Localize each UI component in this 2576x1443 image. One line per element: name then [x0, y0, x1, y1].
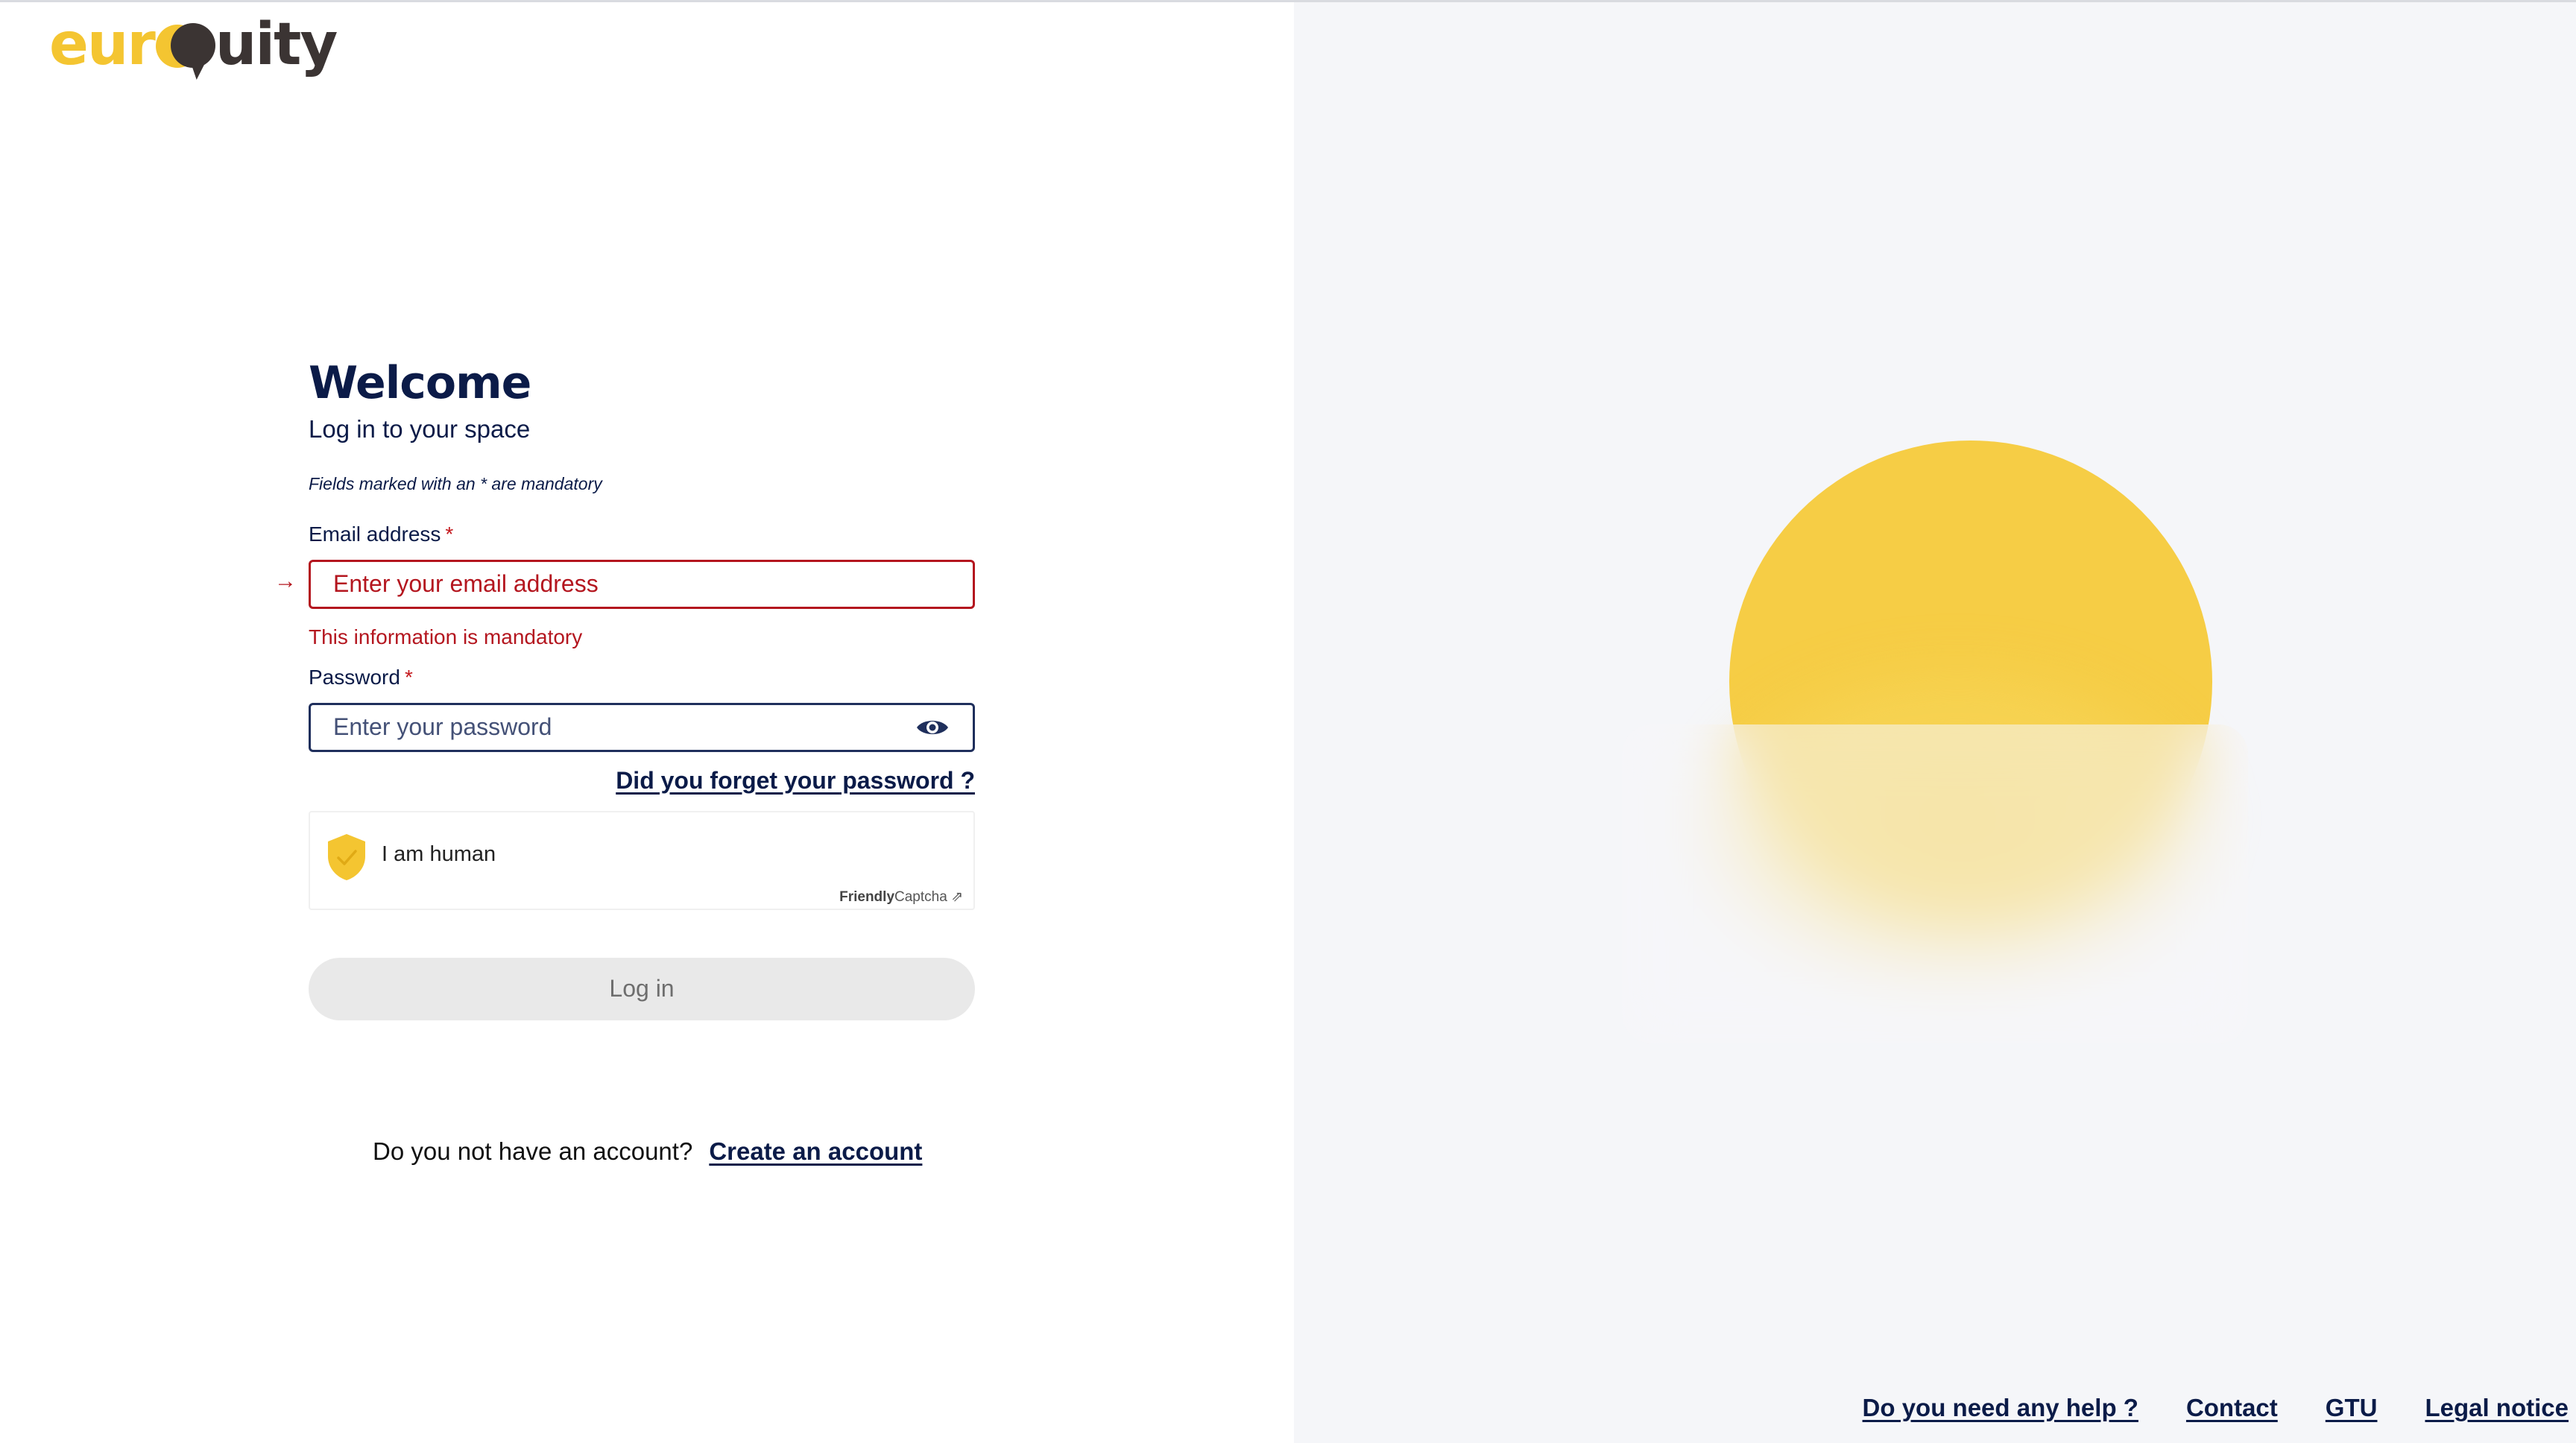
email-placeholder: Enter your email address	[333, 570, 599, 598]
logo-text-eur: eur	[49, 11, 156, 78]
password-input[interactable]: Enter your password	[309, 702, 975, 752]
login-button[interactable]: Log in	[309, 957, 975, 1020]
email-required-mark: *	[445, 522, 454, 546]
password-required-mark: *	[404, 665, 413, 689]
legal-notice-link[interactable]: Legal notice	[2425, 1394, 2569, 1422]
help-link[interactable]: Do you need any help ?	[1863, 1394, 2138, 1422]
password-label-text: Password	[309, 665, 400, 689]
password-field-row: Enter your password	[309, 702, 975, 752]
create-account-link[interactable]: Create an account	[709, 1137, 922, 1166]
eurquity-logo[interactable]: eur uity	[49, 2, 338, 80]
logo-text-uity: uity	[215, 11, 338, 78]
page-subtitle: Log in to your space	[309, 415, 531, 443]
page: eur uity Welcome Log in to your space Fi…	[0, 0, 2576, 1443]
login-panel: eur uity Welcome Log in to your space Fi…	[0, 2, 1294, 1443]
logo-q-mark-icon	[155, 16, 215, 80]
footer-links: Do you need any help ? Contact GTU Legal…	[1863, 1394, 2569, 1422]
email-input[interactable]: Enter your email address	[309, 559, 975, 609]
error-arrow-icon: →	[274, 568, 297, 593]
page-title: Welcome	[309, 357, 531, 409]
password-placeholder: Enter your password	[333, 713, 552, 741]
email-label-text: Email address	[309, 522, 441, 546]
captcha-shield-icon[interactable]	[326, 833, 367, 882]
forgot-password-link[interactable]: Did you forget your password ?	[309, 767, 975, 795]
captcha-brand[interactable]: FriendlyCaptcha ⇗	[839, 888, 963, 906]
signup-row: Do you not have an account? Create an ac…	[373, 1137, 922, 1166]
captcha-brand-bold: Friendly	[839, 888, 895, 905]
mandatory-note: Fields marked with an * are mandatory	[309, 473, 602, 493]
password-label: Password *	[309, 666, 975, 689]
gtu-link[interactable]: GTU	[2326, 1394, 2378, 1422]
login-form: Welcome Log in to your space Fields mark…	[274, 356, 975, 1020]
show-password-eye-icon[interactable]	[915, 717, 950, 738]
illustration-panel: Do you need any help ? Contact GTU Legal…	[1294, 2, 2576, 1443]
captcha-brand-rest: Captcha	[894, 888, 947, 905]
email-label: Email address *	[309, 522, 975, 546]
friendly-captcha-widget[interactable]: I am human FriendlyCaptcha ⇗	[309, 810, 975, 910]
external-link-icon: ⇗	[951, 888, 963, 905]
email-error-message: This information is mandatory	[309, 625, 583, 648]
email-field-row: → Enter your email address	[274, 559, 975, 609]
contact-link[interactable]: Contact	[2186, 1394, 2278, 1422]
frosted-card	[1622, 724, 2248, 1043]
captcha-label: I am human	[382, 842, 496, 866]
no-account-text: Do you not have an account?	[373, 1137, 693, 1165]
